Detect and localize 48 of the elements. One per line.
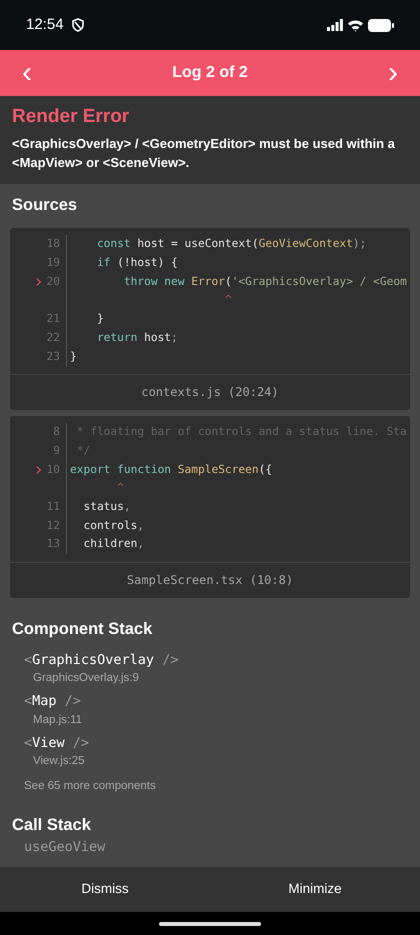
code-line: export function SampleScreen({ <box>70 462 272 478</box>
home-indicator[interactable] <box>159 922 261 926</box>
code-line: } <box>70 348 77 364</box>
code-line: } <box>96 311 104 328</box>
file-location: SampleScreen.tsx (10:8) <box>10 562 410 598</box>
section-title: Component Stack <box>11 620 154 640</box>
line-number: 11 <box>46 499 60 516</box>
code-line: */ <box>76 442 90 459</box>
component-name[interactable]: <View /> <box>24 732 90 754</box>
code-line: ^ <box>116 480 124 496</box>
code-line: throw new Error('<GraphicsOverlay> / <Geom <box>122 274 407 290</box>
line-number: 23 <box>46 348 60 364</box>
code-line: if (!host) { <box>96 254 178 271</box>
code-line: controls, <box>82 518 144 534</box>
line-number: 8 <box>53 424 60 440</box>
section-title: Sources <box>11 196 78 216</box>
line-number: 20 <box>46 274 60 290</box>
section-title: Call Stack <box>11 816 92 836</box>
code-line: return host; <box>96 330 178 346</box>
footer-button[interactable]: Dismiss <box>0 867 210 912</box>
line-number: 13 <box>46 536 60 552</box>
line-number: 22 <box>46 330 60 346</box>
code-line: status, <box>82 499 131 516</box>
log-title: Log 2 of 2 <box>172 63 248 83</box>
code-line: children, <box>82 536 144 552</box>
component-file: GraphicsOverlay.js:9 <box>32 671 140 686</box>
wifi-icon <box>347 18 364 32</box>
code-line: ^ <box>224 292 232 308</box>
line-number: 10 <box>46 462 60 478</box>
line-number: 18 <box>46 236 60 252</box>
more-components-link[interactable]: See 65 more components <box>24 778 396 796</box>
status-time: 12:54 <box>26 14 64 35</box>
component-name[interactable]: <GraphicsOverlay /> <box>24 650 178 670</box>
error-message: <GraphicsOverlay> / <GeometryEditor> must be used within a <MapView> or <SceneView>. <box>12 134 396 172</box>
file-location: contexts.js (20:24) <box>10 374 410 410</box>
footer-button[interactable]: Minimize <box>210 867 420 912</box>
error-title: Render Error <box>12 106 130 129</box>
component-file: Map.js:11 <box>32 712 84 728</box>
line-number: 12 <box>46 518 60 534</box>
component-name[interactable]: <Map /> <box>24 691 81 712</box>
shield-icon <box>72 18 84 32</box>
signal-icon <box>327 19 343 31</box>
battery-icon <box>368 18 394 32</box>
component-file: View.js:25 <box>32 754 86 770</box>
line-number: 21 <box>46 311 60 328</box>
code-line: const host = useContext(GeoViewContext); <box>96 236 366 252</box>
line-number: 19 <box>46 254 60 271</box>
line-number: 9 <box>53 442 60 459</box>
